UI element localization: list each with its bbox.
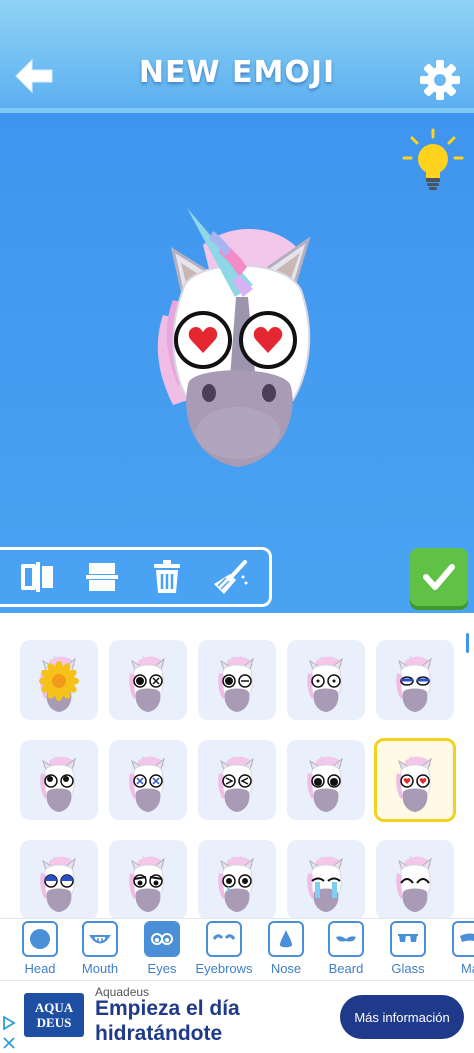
unicorn-thumbnail-icon xyxy=(218,855,254,912)
unicorn-thumbnail-icon xyxy=(129,655,165,712)
unicorn-thumbnail-icon xyxy=(396,655,432,712)
unicorn-thumbnail-icon xyxy=(129,855,165,912)
page-title: NEW EMOJI xyxy=(138,55,336,90)
tab-label: Ma xyxy=(460,961,474,976)
unicorn-thumbnail-icon xyxy=(129,755,165,812)
tab-label: Eyes xyxy=(147,961,177,976)
eye-option-sunflower[interactable] xyxy=(20,640,98,720)
tab-label: Eyebrows xyxy=(195,961,253,976)
tab-ma[interactable]: Ma xyxy=(440,921,474,979)
checkmark-icon xyxy=(423,564,455,590)
beard-icon xyxy=(328,921,364,957)
eye-option-crying[interactable] xyxy=(287,840,365,918)
glass-icon xyxy=(390,921,426,957)
eye-option-round-black[interactable] xyxy=(287,740,365,820)
unicorn-thumbnail-icon xyxy=(39,655,79,712)
settings-button[interactable] xyxy=(418,58,462,102)
eye-option-dot-x-closed[interactable] xyxy=(198,640,276,720)
ad-headline[interactable]: Empieza el día hidratándote xyxy=(95,996,325,1046)
unicorn-thumbnail-icon xyxy=(218,655,254,712)
tab-label: Beard xyxy=(328,961,364,976)
category-tabs: Head Mouth Eyes Eyebrows Nose Beard Glass Ma xyxy=(0,918,474,980)
unicorn-thumbnail-icon xyxy=(307,655,343,712)
tab-mouth[interactable]: Mouth xyxy=(70,921,130,979)
tab-nose[interactable]: Nose xyxy=(256,921,316,979)
hint-button[interactable] xyxy=(400,128,466,194)
mouth-icon xyxy=(82,921,118,957)
unicorn-thumbnail-icon xyxy=(40,855,76,912)
emoji-preview[interactable] xyxy=(143,205,333,475)
lightbulb-icon xyxy=(402,128,464,190)
edit-toolbar xyxy=(0,547,272,607)
tab-label: Mouth xyxy=(81,961,119,976)
flip-vertical-icon xyxy=(86,563,119,591)
tab-label: Glass xyxy=(391,961,425,976)
eye-option-laughing[interactable] xyxy=(376,840,454,918)
flip-horizontal-button[interactable] xyxy=(18,557,58,597)
gear-icon xyxy=(420,60,460,100)
eye-option-dizzy-x[interactable] xyxy=(109,740,187,820)
eye-option-sleepy-blue[interactable] xyxy=(376,640,454,720)
confirm-button[interactable] xyxy=(410,548,468,606)
eye-option-hearts[interactable] xyxy=(374,738,456,822)
unicorn-thumbnail-icon xyxy=(396,755,432,812)
broom-icon xyxy=(213,560,248,594)
ad-choices-icon[interactable] xyxy=(2,1016,16,1030)
delete-button[interactable] xyxy=(147,557,187,597)
eye-option-squint[interactable] xyxy=(198,740,276,820)
mask-icon xyxy=(452,921,474,957)
eye-option-teary[interactable] xyxy=(198,840,276,918)
eyes-icon xyxy=(144,921,180,957)
unicorn-thumbnail-icon xyxy=(396,855,432,912)
tab-label: Nose xyxy=(270,961,302,976)
ad-close-icon[interactable] xyxy=(2,1036,16,1050)
scrollbar[interactable] xyxy=(466,633,469,653)
ad-logo[interactable]: AQUA DEUS xyxy=(24,993,84,1037)
unicorn-thumbnail-icon xyxy=(307,755,343,812)
eye-option-grumpy[interactable] xyxy=(109,840,187,918)
nose-icon xyxy=(268,921,304,957)
eyebrows-icon xyxy=(206,921,242,957)
unicorn-thumbnail-icon xyxy=(40,755,76,812)
tab-eyes[interactable]: Eyes xyxy=(132,921,192,979)
tab-label: Head xyxy=(24,961,56,976)
eye-option-dot-x[interactable] xyxy=(109,640,187,720)
clean-button[interactable] xyxy=(211,557,251,597)
tab-beard[interactable]: Beard xyxy=(316,921,376,979)
ad-cta-button[interactable]: Más información xyxy=(340,995,464,1039)
unicorn-thumbnail-icon xyxy=(307,855,343,912)
flip-horizontal-icon xyxy=(21,562,54,592)
trash-icon xyxy=(153,560,180,593)
head-icon xyxy=(22,921,58,957)
tab-head[interactable]: Head xyxy=(10,921,70,979)
tab-eyebrows[interactable]: Eyebrows xyxy=(194,921,254,979)
unicorn-thumbnail-icon xyxy=(218,755,254,812)
eye-option-blue-half[interactable] xyxy=(20,840,98,918)
tab-glass[interactable]: Glass xyxy=(378,921,438,979)
eye-option-rolling[interactable] xyxy=(20,740,98,820)
options-panel[interactable] xyxy=(0,613,474,918)
eye-option-wide[interactable] xyxy=(287,640,365,720)
flip-vertical-button[interactable] xyxy=(82,557,122,597)
